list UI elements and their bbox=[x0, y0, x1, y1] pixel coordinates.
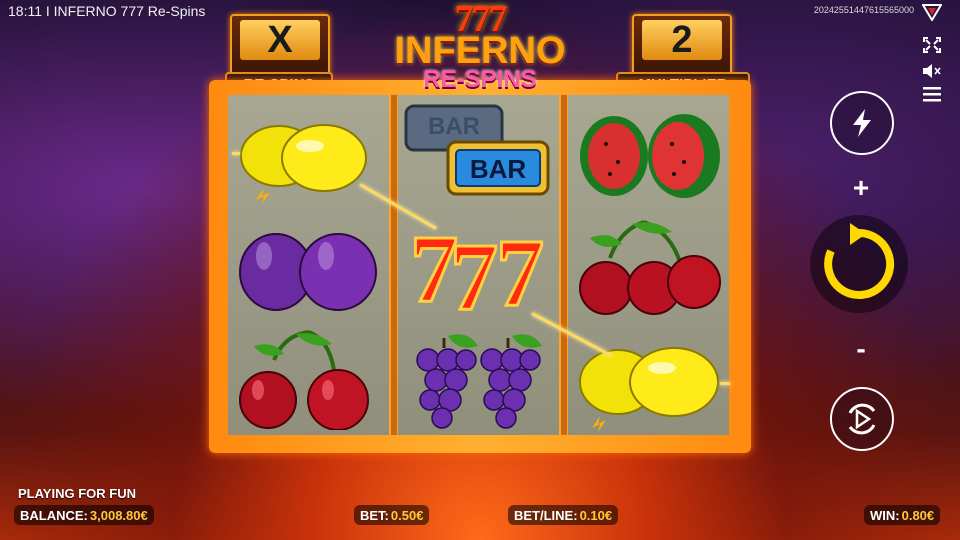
win-value: 0.80€ bbox=[901, 507, 935, 523]
balance-display: BALANCE: 3,008.80€ bbox=[14, 505, 154, 525]
plum-symbol-icon bbox=[239, 233, 377, 311]
autoplay-button[interactable] bbox=[830, 387, 894, 451]
logo-inferno: INFERNO bbox=[394, 30, 566, 72]
spin-button[interactable] bbox=[810, 215, 908, 313]
cherry-symbol-icon bbox=[239, 330, 369, 430]
respins-panel: X bbox=[230, 14, 330, 78]
multiplier-value: 2 bbox=[642, 19, 722, 61]
seven-symbol-icon: 7 7 7 bbox=[409, 214, 546, 326]
spin-arrow-icon bbox=[824, 223, 895, 299]
watermelon-symbol-icon bbox=[580, 114, 720, 198]
fullscreen-icon[interactable] bbox=[921, 36, 943, 54]
grapes-symbol-icon bbox=[416, 334, 542, 429]
menu-icon[interactable] bbox=[921, 85, 943, 103]
brand-logo-icon bbox=[922, 4, 942, 21]
betline-display[interactable]: BET/LINE: 0.10€ bbox=[508, 505, 619, 525]
betline-value: 0.10€ bbox=[579, 507, 613, 523]
betline-label: BET/LINE: bbox=[514, 507, 578, 523]
bar-text-back: BAR bbox=[428, 113, 480, 140]
respins-value: X bbox=[240, 19, 320, 61]
win-display: WIN: 0.80€ bbox=[864, 505, 941, 525]
window-title: 18:11 I INFERNO 777 Re-Spins bbox=[8, 3, 206, 19]
bet-increase-button[interactable]: + bbox=[841, 172, 881, 204]
play-mode-label: PLAYING FOR FUN bbox=[18, 486, 136, 501]
svg-text:7: 7 bbox=[496, 219, 544, 325]
lemon-symbol-icon bbox=[579, 347, 719, 432]
svg-text:7: 7 bbox=[450, 223, 498, 325]
balance-value: 3,008.80€ bbox=[89, 507, 148, 523]
payline-marker bbox=[720, 382, 730, 385]
game-logo: 777 INFERNO RE-SPINS bbox=[380, 0, 580, 104]
bet-display[interactable]: BET: 0.50€ bbox=[354, 505, 430, 525]
payline-marker bbox=[232, 152, 240, 155]
balance-label: BALANCE: bbox=[20, 507, 88, 523]
bet-value: 0.50€ bbox=[390, 507, 424, 523]
lemon-symbol-icon bbox=[240, 124, 367, 204]
cherry-symbol-icon bbox=[579, 220, 721, 315]
lightning-icon bbox=[853, 109, 871, 137]
multiplier-panel: 2 bbox=[632, 14, 732, 78]
turbo-button[interactable] bbox=[830, 91, 894, 155]
autoplay-icon bbox=[848, 403, 876, 435]
session-id: 20242551447615565000 bbox=[813, 5, 914, 15]
bet-decrease-button[interactable]: - bbox=[841, 333, 881, 365]
sound-muted-icon[interactable] bbox=[921, 62, 943, 80]
bet-label: BET: bbox=[360, 507, 389, 523]
bar-text-front: BAR bbox=[470, 154, 527, 184]
bar-symbol-icon: BAR BAR bbox=[404, 104, 550, 196]
win-label: WIN: bbox=[870, 507, 900, 523]
